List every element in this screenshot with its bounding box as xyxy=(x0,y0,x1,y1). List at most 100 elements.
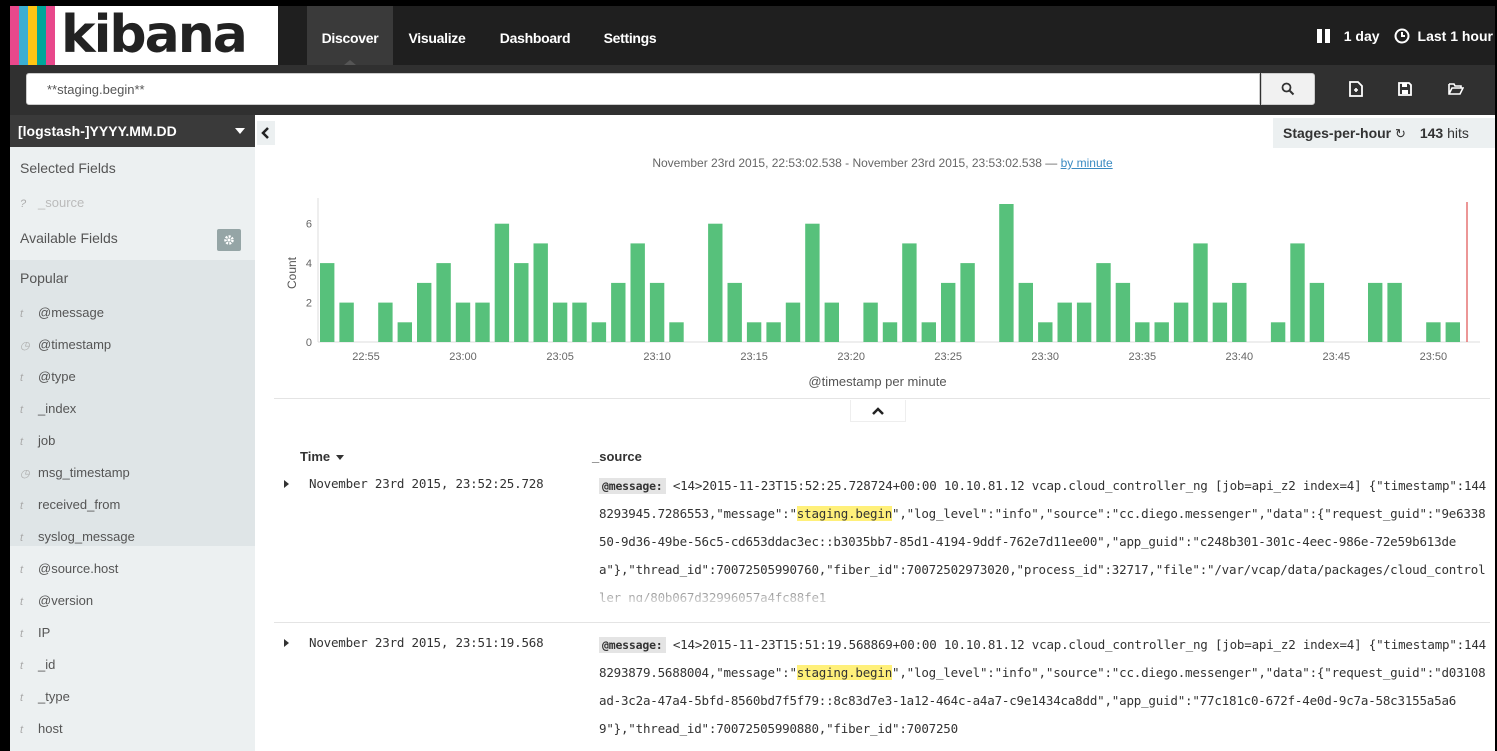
field-name: _type xyxy=(38,689,70,704)
time-column-header[interactable]: Time xyxy=(300,449,344,464)
hits-count: 143 xyxy=(1419,125,1444,141)
search-button[interactable] xyxy=(1261,73,1315,105)
field-item[interactable]: t syslog_message xyxy=(20,527,135,547)
x-tick-label: 23:30 xyxy=(1031,351,1059,363)
logo-stripe xyxy=(10,6,19,65)
tab-settings[interactable]: Settings xyxy=(590,6,670,65)
field-item[interactable]: t @version xyxy=(20,591,93,611)
top-nav: kibana Discover Visualize Dashboard Sett… xyxy=(10,6,1495,65)
tab-visualize[interactable]: Visualize xyxy=(395,6,479,65)
search-highlight: staging.begin xyxy=(796,665,893,680)
time-header-label: Time xyxy=(300,449,331,464)
tab-dashboard[interactable]: Dashboard xyxy=(487,6,583,65)
histogram-bar xyxy=(1387,282,1402,342)
source-column-header: _source xyxy=(592,449,642,464)
field-item[interactable]: ◷ @timestamp xyxy=(20,335,111,355)
logo-stripe xyxy=(46,6,55,65)
kibana-app: kibana Discover Visualize Dashboard Sett… xyxy=(10,6,1495,751)
tab-discover[interactable]: Discover xyxy=(307,6,393,65)
string-icon: t xyxy=(20,372,24,384)
histogram-bar xyxy=(649,282,665,342)
sort-down-icon[interactable] xyxy=(335,455,344,461)
histogram-bar xyxy=(533,243,548,342)
field-item[interactable]: t job xyxy=(20,431,55,451)
nav-right: 1 day Last 1 hour xyxy=(1316,6,1495,65)
field-item[interactable]: t @type xyxy=(20,367,76,387)
string-icon: t xyxy=(20,500,24,512)
save-search-button[interactable] xyxy=(1395,79,1415,99)
x-tick-label: 22:55 xyxy=(352,351,380,363)
saved-search-name[interactable]: Stages-per-hour xyxy=(1283,125,1391,141)
histogram-chart[interactable]: 0 2 4 6 Count 22:55 23:00 23:05 23:10 23:15 23:20 2… xyxy=(270,188,1495,428)
interval-label[interactable]: 1 day xyxy=(1344,28,1380,44)
row-divider xyxy=(274,622,1490,623)
refresh-icon[interactable]: ↻ xyxy=(1395,126,1406,141)
field-item[interactable]: t host xyxy=(20,719,63,739)
histogram-bar xyxy=(824,302,839,342)
field-item[interactable]: t _id xyxy=(20,655,55,675)
histogram-bar xyxy=(1193,243,1208,342)
x-axis-label: @timestamp per minute xyxy=(808,374,946,389)
histogram-bar xyxy=(320,263,335,342)
new-search-button[interactable] xyxy=(1346,79,1366,99)
logo-stripe xyxy=(28,6,37,65)
field-name: @message xyxy=(38,305,104,320)
open-search-button[interactable] xyxy=(1446,79,1466,99)
caret-down-icon xyxy=(235,128,245,134)
histogram-bar xyxy=(1076,302,1092,342)
logo-stripe xyxy=(37,6,46,65)
expand-row-icon[interactable] xyxy=(284,639,289,647)
search-input[interactable] xyxy=(26,73,1260,105)
histogram-bar xyxy=(1057,302,1072,342)
field-name: syslog_message xyxy=(38,529,135,544)
index-pattern-select[interactable]: [logstash-]YYYY.MM.DD xyxy=(10,115,255,147)
string-icon: t xyxy=(20,564,24,576)
search-icon xyxy=(1281,82,1295,96)
toggle-chart-button[interactable] xyxy=(850,400,906,422)
field-name: job xyxy=(38,433,56,448)
field-item[interactable]: t _type xyxy=(20,687,70,707)
interval-link[interactable]: by minute xyxy=(1061,156,1113,170)
histogram-bar xyxy=(999,204,1014,342)
collapse-sidebar-button[interactable] xyxy=(257,121,275,145)
histogram-bar xyxy=(669,322,684,342)
string-icon: t xyxy=(20,596,24,608)
field-item[interactable]: t _index xyxy=(20,399,76,419)
field-item[interactable]: t @source.host xyxy=(20,559,118,579)
chart-divider xyxy=(274,398,1490,399)
timepicker-label[interactable]: Last 1 hour xyxy=(1418,28,1493,44)
search-highlight: staging.begin xyxy=(796,506,893,521)
string-icon: t xyxy=(20,628,24,640)
field-item[interactable]: t IP xyxy=(20,623,50,643)
histogram-bar xyxy=(514,263,529,342)
histogram-bar xyxy=(552,302,568,342)
histogram-bar xyxy=(417,282,432,342)
string-icon: t xyxy=(20,404,24,416)
histogram-bar xyxy=(882,322,898,342)
y-tick-label: 0 xyxy=(306,337,312,349)
row-time: November 23rd 2015, 23:51:19.568 xyxy=(309,635,544,650)
field-settings-button[interactable] xyxy=(217,229,241,251)
histogram-bar xyxy=(1290,243,1305,342)
field-name: @version xyxy=(38,593,94,608)
histogram-bar xyxy=(727,282,742,342)
expand-row-icon[interactable] xyxy=(284,480,289,488)
field-label: @message: xyxy=(599,637,666,653)
field-item[interactable]: ◷ msg_timestamp xyxy=(20,463,130,483)
histogram-bar xyxy=(378,302,393,342)
y-tick-label: 4 xyxy=(306,258,312,270)
index-pattern-label: [logstash-]YYYY.MM.DD xyxy=(18,123,177,139)
kibana-logo[interactable]: kibana xyxy=(10,6,278,65)
string-icon: t xyxy=(20,532,24,544)
histogram-bar xyxy=(863,302,878,342)
histogram-bar xyxy=(746,322,762,342)
pause-icon[interactable] xyxy=(1316,28,1332,44)
field-name: received_from xyxy=(38,497,121,512)
field-item[interactable]: t @message xyxy=(20,303,104,323)
field-item[interactable]: t received_from xyxy=(20,495,120,515)
field-name: _source xyxy=(38,195,85,210)
histogram-bar xyxy=(941,282,956,342)
field-name: _id xyxy=(38,657,56,672)
chevron-left-icon xyxy=(261,127,269,139)
field-item[interactable]: ? _source xyxy=(20,193,84,213)
